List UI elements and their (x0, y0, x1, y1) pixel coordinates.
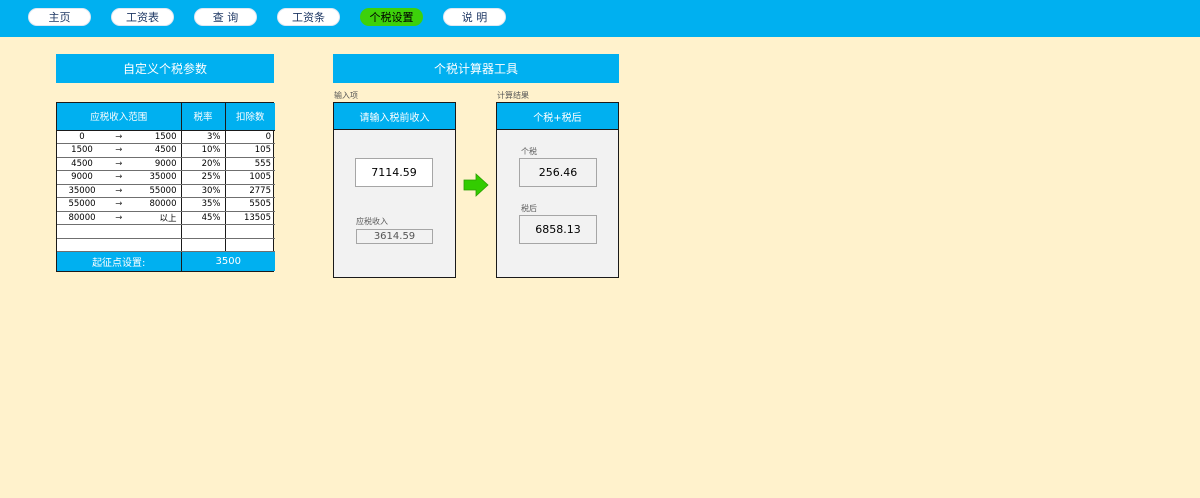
range-arrow: → (115, 199, 123, 210)
result-panel-header: 个税+税后 (497, 103, 618, 130)
pretax-income-input[interactable]: 7114.59 (355, 158, 433, 187)
tax-rate-cell[interactable]: 25% (181, 170, 226, 185)
input-section-label: 输入项 (334, 91, 358, 100)
tax-rate-cell[interactable]: 3% (181, 130, 226, 144)
income-range-cell[interactable]: 55000 → 80000 (57, 197, 182, 212)
table-row: 55000 → 80000 35% 5505 (57, 197, 275, 212)
empty-cell[interactable] (181, 224, 226, 239)
range-arrow: → (115, 131, 123, 142)
tax-params-title: 自定义个税参数 (56, 54, 274, 83)
nav-payslip-button[interactable]: 工资条 (277, 8, 340, 26)
nav-home-button[interactable]: 主页 (28, 8, 91, 26)
range-from: 35000 (68, 185, 96, 196)
deduction-cell[interactable]: 1005 (225, 170, 275, 185)
input-panel-header: 请输入税前收入 (334, 103, 455, 130)
empty-cell[interactable] (181, 238, 226, 252)
table-row: 1500 → 4500 10% 105 (57, 143, 275, 158)
after-tax-value: 6858.13 (519, 215, 597, 244)
range-arrow: → (115, 145, 123, 156)
threshold-label: 起征点设置: (57, 251, 182, 271)
empty-cell[interactable] (225, 238, 275, 252)
taxable-income-label: 应税收入 (356, 217, 388, 226)
range-to: 4500 (154, 145, 177, 156)
range-to: 以上 (159, 213, 177, 224)
income-range-cell[interactable]: 9000 → 35000 (57, 170, 182, 185)
nav-help-button[interactable]: 说 明 (443, 8, 506, 26)
nav-tax-settings-button[interactable]: 个税设置 (360, 8, 423, 26)
range-from: 55000 (68, 199, 96, 210)
deduction-cell[interactable]: 13505 (225, 211, 275, 225)
top-nav-bar: 主页 工资表 查 询 工资条 个税设置 说 明 (0, 0, 1200, 37)
tax-rate-cell[interactable]: 35% (181, 197, 226, 212)
empty-cell[interactable] (225, 224, 275, 239)
threshold-value[interactable]: 3500 (181, 251, 275, 271)
deduction-cell[interactable]: 0 (225, 130, 275, 144)
nav-payroll-button[interactable]: 工资表 (111, 8, 174, 26)
table-row: 35000 → 55000 30% 2775 (57, 184, 275, 198)
income-range-cell[interactable]: 0 → 1500 (57, 130, 182, 144)
deduction-cell[interactable]: 105 (225, 143, 275, 158)
range-from: 4500 (71, 158, 93, 169)
input-panel: 请输入税前收入 7114.59 应税收入 3614.59 (333, 102, 456, 278)
tax-value: 256.46 (519, 158, 597, 187)
income-range-cell[interactable]: 1500 → 4500 (57, 143, 182, 158)
range-from: 0 (79, 131, 85, 142)
empty-cell[interactable] (57, 238, 182, 252)
deduction-cell[interactable]: 2775 (225, 184, 275, 198)
table-row-empty (57, 224, 275, 239)
income-range-cell[interactable]: 4500 → 9000 (57, 157, 182, 171)
header-income-range: 应税收入范围 (57, 103, 182, 131)
range-arrow: → (115, 212, 123, 223)
nav-query-button[interactable]: 查 询 (194, 8, 257, 26)
tax-rate-cell[interactable]: 30% (181, 184, 226, 198)
tax-rate-cell[interactable]: 45% (181, 211, 226, 225)
deduction-cell[interactable]: 5505 (225, 197, 275, 212)
table-row: 80000 → 以上 45% 13505 (57, 211, 275, 225)
deduction-cell[interactable]: 555 (225, 157, 275, 171)
range-to: 9000 (154, 158, 177, 169)
result-panel: 个税+税后 个税 256.46 税后 6858.13 (496, 102, 619, 278)
table-row-empty (57, 238, 275, 252)
calculator-title: 个税计算器工具 (333, 54, 619, 83)
range-arrow: → (115, 172, 123, 183)
range-to: 1500 (154, 131, 177, 142)
result-section-label: 计算结果 (497, 91, 529, 100)
tax-rate-cell[interactable]: 10% (181, 143, 226, 158)
range-to: 80000 (149, 199, 177, 210)
taxable-income-value: 3614.59 (356, 229, 433, 244)
header-deduction: 扣除数 (225, 103, 275, 131)
empty-cell[interactable] (57, 224, 182, 239)
range-to: 55000 (149, 185, 177, 196)
range-from: 1500 (71, 145, 93, 156)
after-tax-label: 税后 (521, 204, 537, 213)
table-row: 9000 → 35000 25% 1005 (57, 170, 275, 185)
table-row: 0 → 1500 3% 0 (57, 130, 275, 144)
income-range-cell[interactable]: 80000 → 以上 (57, 211, 182, 225)
income-range-cell[interactable]: 35000 → 55000 (57, 184, 182, 198)
tax-rate-cell[interactable]: 20% (181, 157, 226, 171)
range-arrow: → (115, 185, 123, 196)
tax-bracket-table: 应税收入范围 税率 扣除数 0 → 1500 3% 0 1500 → 4500 10% 105 45… (56, 102, 275, 272)
tax-label: 个税 (521, 147, 537, 156)
header-tax-rate: 税率 (181, 103, 226, 131)
table-row: 4500 → 9000 20% 555 (57, 157, 275, 171)
arrow-right-icon (463, 173, 489, 197)
range-from: 9000 (71, 172, 93, 183)
range-from: 80000 (68, 212, 96, 223)
threshold-row: 起征点设置: 3500 (57, 251, 275, 271)
range-to: 35000 (149, 172, 177, 183)
range-arrow: → (115, 158, 123, 169)
